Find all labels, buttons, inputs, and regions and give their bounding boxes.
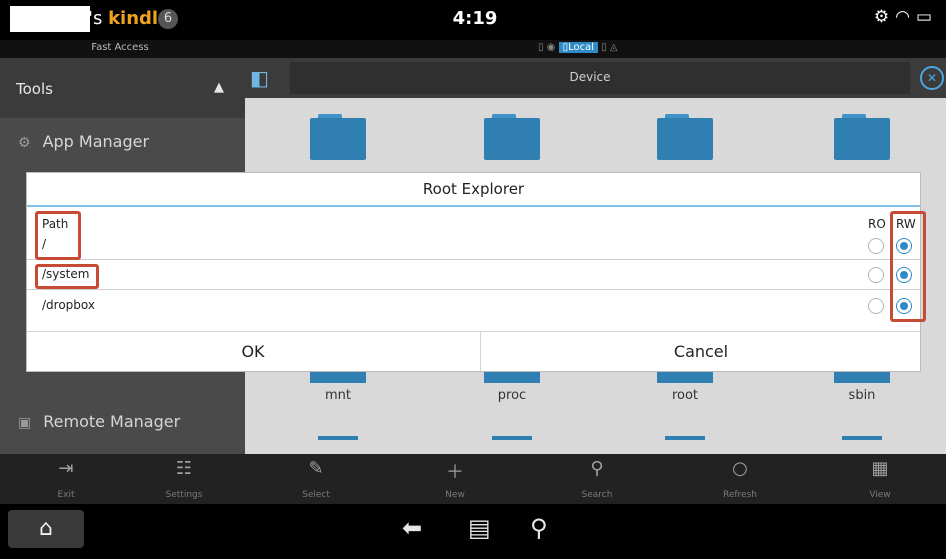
highlight-system [35,264,99,289]
folder-icon[interactable] [318,436,358,440]
clock: 4:19 [452,8,498,29]
tab-network-icon[interactable]: ▯ ◬ [598,42,617,53]
app-manager-icon: ⚙ [18,135,31,151]
remote-manager-icon: ▣ [18,415,32,431]
view-button[interactable]: ▦ View [840,458,920,501]
select-button[interactable]: ✎ Select [276,458,356,501]
folder-icon-root[interactable] [657,371,713,383]
wifi-icon: ◠ [895,7,916,27]
file-label[interactable]: root [625,388,745,403]
folder-icon-sbin[interactable] [834,371,890,383]
highlight-rw [890,211,926,322]
folder-icon[interactable] [842,436,882,440]
highlight-path [35,211,81,260]
search-icon: ⚲ [590,458,604,479]
chevron-up-icon[interactable]: ▲ [214,80,224,95]
location-tabs: ▯ ◉ ▯Local ▯ ◬ [538,42,618,53]
refresh-button[interactable]: ○ Refresh [700,458,780,501]
new-button[interactable]: ＋ New [415,458,495,501]
folder-icon[interactable] [484,118,540,160]
exit-icon: ⇥ [58,458,74,479]
notification-badge[interactable]: 6 [158,9,178,29]
divider [27,289,920,290]
dialog-title: Root Explorer [27,173,920,207]
folder-icon[interactable] [665,436,705,440]
search-icon[interactable]: ⚲ [530,514,548,542]
owner-name-redacted [10,6,90,32]
sidebar-header-label: Tools [16,80,53,98]
storage-icon[interactable]: ◧ [250,66,276,92]
home-icon[interactable]: ⌂ [8,510,84,548]
file-label[interactable]: sbin [802,388,922,403]
refresh-icon: ○ [732,458,748,479]
ro-header: RO [868,217,886,231]
plus-icon: ＋ [446,462,464,483]
settings-button[interactable]: ☷ Settings [144,458,224,501]
folder-icon[interactable] [310,118,366,160]
fast-access-label[interactable]: Fast Access [40,42,200,53]
select-icon: ✎ [308,458,324,479]
ok-button[interactable]: OK [27,332,479,371]
settings-icon: ☷ [175,458,193,479]
search-button[interactable]: ⚲ Search [557,458,637,501]
sidebar-item-app-manager[interactable]: ⚙ App Manager [18,132,149,151]
ro-radio[interactable] [868,238,884,254]
folder-icon[interactable] [492,436,532,440]
close-icon[interactable]: ✕ [920,66,944,90]
sidebar-item-remote-manager[interactable]: ▣ Remote Manager [18,412,180,431]
divider [27,259,920,260]
exit-button[interactable]: ⇥ Exit [26,458,106,501]
menu-icon[interactable]: ▤ [468,514,491,542]
status-icons[interactable]: ⚙◠▭ [874,7,938,27]
battery-icon: ▭ [915,7,938,27]
mount-path: /dropbox [42,298,95,312]
tab-local[interactable]: ▯Local [558,42,599,53]
path-label: Device [569,70,611,84]
file-label[interactable]: proc [452,388,572,403]
folder-icon-mnt[interactable] [310,371,366,383]
folder-icon[interactable] [657,118,713,160]
back-icon[interactable]: ⬅ [402,514,422,542]
folder-icon-proc[interactable] [484,371,540,383]
ro-radio[interactable] [868,298,884,314]
file-label[interactable]: mnt [278,388,398,403]
gear-icon[interactable]: ⚙ [874,7,895,27]
ro-radio[interactable] [868,267,884,283]
tab-cloud-icon[interactable]: ▯ ◉ [538,42,559,53]
grid-icon: ▦ [871,458,889,479]
cancel-button[interactable]: Cancel [480,332,921,371]
folder-icon[interactable] [834,118,890,160]
